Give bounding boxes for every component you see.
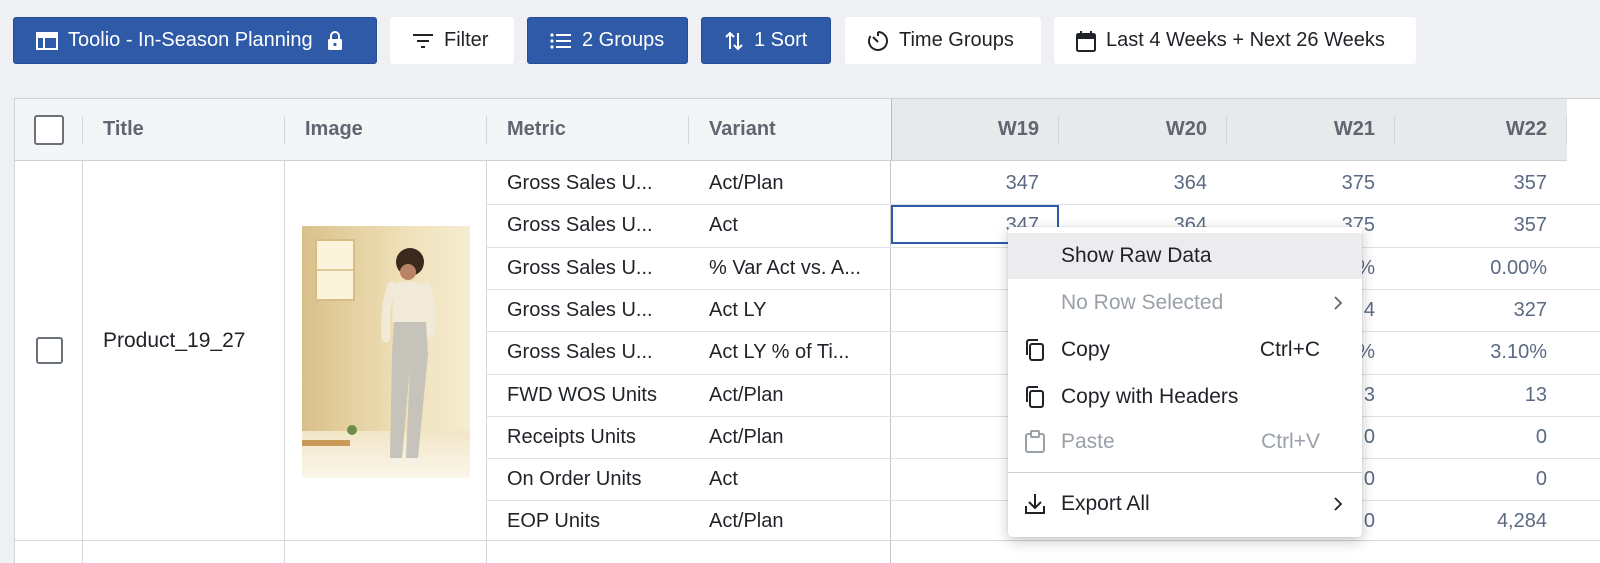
- calendar-icon: [1076, 30, 1096, 52]
- filter-button[interactable]: Filter: [390, 17, 514, 64]
- menu-item-copy-with-headers[interactable]: Copy with Headers: [1008, 374, 1362, 420]
- lock-icon: [327, 30, 342, 50]
- value-cell[interactable]: 0: [1395, 458, 1567, 500]
- groups-button[interactable]: 2 Groups: [527, 17, 688, 64]
- value-cell[interactable]: 13: [1395, 374, 1567, 416]
- header-week[interactable]: W21: [1227, 99, 1395, 161]
- menu-separator: [1008, 472, 1362, 473]
- metric-cell[interactable]: Receipts Units: [487, 416, 689, 458]
- metric-cell[interactable]: On Order Units: [487, 458, 689, 500]
- value-cell[interactable]: 357: [1395, 162, 1567, 204]
- timer-icon: [868, 30, 888, 51]
- variant-cell[interactable]: % Var Act vs. A...: [689, 247, 891, 289]
- chevron-right-icon: [1334, 296, 1343, 310]
- data-grid: Title Image Metric Variant W19 W20 W21 W…: [14, 98, 1600, 563]
- metric-cell[interactable]: Gross Sales U...: [487, 204, 689, 246]
- metric-cell[interactable]: Gross Sales U...: [487, 289, 689, 331]
- header-week[interactable]: W20: [1059, 99, 1227, 161]
- header-metric[interactable]: Metric: [487, 99, 689, 161]
- time-groups-button[interactable]: Time Groups: [845, 17, 1041, 64]
- variant-cell[interactable]: Act LY % of Ti...: [689, 331, 891, 373]
- header-week[interactable]: W22: [1395, 99, 1567, 161]
- menu-item-no-row-selected[interactable]: No Row Selected: [1008, 280, 1362, 326]
- menu-item-export-all[interactable]: Export All: [1008, 481, 1362, 527]
- value-cell[interactable]: 3.10%: [1395, 331, 1567, 373]
- menu-item-copy[interactable]: Copy Ctrl+C: [1008, 327, 1362, 373]
- column-divider: [82, 161, 83, 563]
- table-view-icon: [36, 31, 58, 50]
- header-week[interactable]: W19: [891, 99, 1059, 161]
- value-cell[interactable]: 0: [1395, 416, 1567, 458]
- variant-cell[interactable]: Act/Plan: [689, 162, 891, 204]
- variant-cell[interactable]: Act/Plan: [689, 500, 891, 542]
- groups-label: 2 Groups: [582, 29, 665, 51]
- filter-icon: [413, 33, 433, 48]
- list-icon: [550, 32, 571, 49]
- variant-cell[interactable]: Act: [689, 204, 891, 246]
- time-groups-label: Time Groups: [899, 29, 1014, 51]
- value-cell[interactable]: 357: [1395, 204, 1567, 246]
- menu-item-paste[interactable]: Paste Ctrl+V: [1008, 419, 1362, 465]
- metric-cell[interactable]: Gross Sales U...: [487, 331, 689, 373]
- value-cell[interactable]: 375: [1227, 162, 1395, 204]
- view-selector-label: Toolio - In-Season Planning: [68, 29, 313, 51]
- metric-cell[interactable]: FWD WOS Units: [487, 374, 689, 416]
- product-photo: [302, 226, 470, 478]
- view-selector-button[interactable]: Toolio - In-Season Planning: [13, 17, 377, 64]
- product-image[interactable]: [302, 226, 470, 478]
- metric-cell[interactable]: EOP Units: [487, 500, 689, 542]
- header-image[interactable]: Image: [285, 99, 487, 161]
- variant-cell[interactable]: Act/Plan: [689, 374, 891, 416]
- filter-label: Filter: [444, 29, 489, 51]
- select-all-checkbox[interactable]: [34, 114, 64, 145]
- value-cell[interactable]: 327: [1395, 289, 1567, 331]
- product-title[interactable]: Product_19_27: [103, 329, 245, 353]
- variant-cell[interactable]: Act LY: [689, 289, 891, 331]
- variant-cell[interactable]: Act/Plan: [689, 416, 891, 458]
- header-title[interactable]: Title: [83, 99, 285, 161]
- sort-arrows-icon: [725, 31, 743, 50]
- sort-label: 1 Sort: [754, 29, 808, 51]
- metric-cell[interactable]: Gross Sales U...: [487, 162, 689, 204]
- download-icon: [1025, 494, 1045, 514]
- header-select-cell: [15, 99, 83, 161]
- value-cell[interactable]: 347: [891, 162, 1059, 204]
- copy-icon: [1026, 339, 1044, 361]
- date-range-button[interactable]: Last 4 Weeks + Next 26 Weeks: [1054, 17, 1416, 64]
- value-cell[interactable]: 4,284: [1395, 500, 1567, 542]
- date-range-label: Last 4 Weeks + Next 26 Weeks: [1106, 29, 1385, 51]
- value-cell[interactable]: 364: [1059, 162, 1227, 204]
- header-variant[interactable]: Variant: [689, 99, 891, 161]
- clipboard-icon: [1025, 430, 1045, 453]
- menu-item-show-raw-data[interactable]: Show Raw Data: [1008, 233, 1362, 279]
- context-menu: Show Raw Data No Row Selected Copy Ctrl+…: [1008, 227, 1362, 537]
- sort-button[interactable]: 1 Sort: [701, 17, 831, 64]
- value-cell[interactable]: 0.00%: [1395, 247, 1567, 289]
- metric-cell[interactable]: Gross Sales U...: [487, 247, 689, 289]
- row-select-checkbox[interactable]: [36, 337, 63, 364]
- copy-icon: [1026, 386, 1044, 408]
- chevron-right-icon: [1334, 497, 1343, 511]
- column-divider: [284, 161, 285, 563]
- variant-cell[interactable]: Act: [689, 458, 891, 500]
